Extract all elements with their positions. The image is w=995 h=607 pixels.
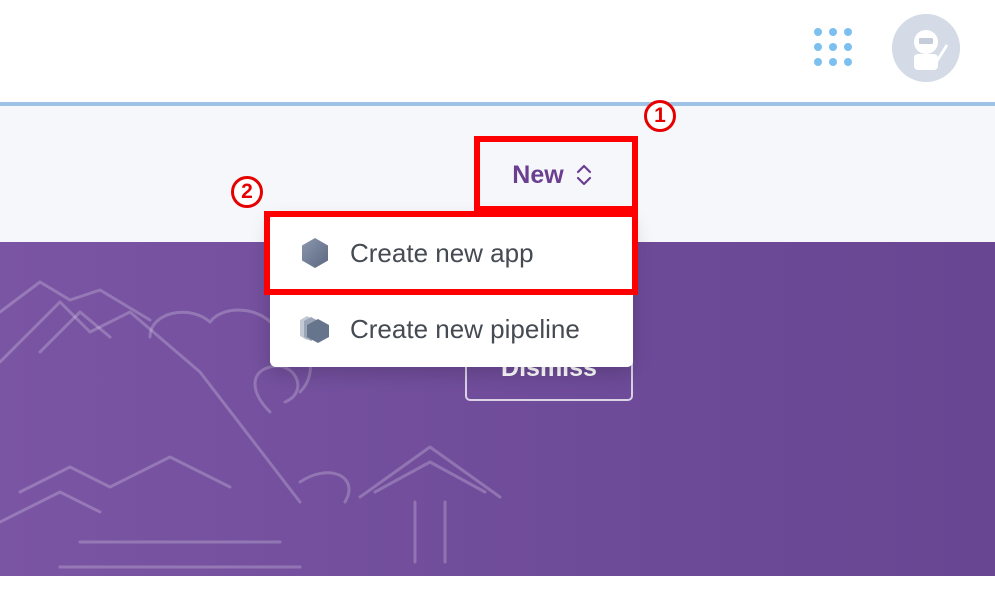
new-button[interactable]: New — [483, 143, 623, 207]
stacked-hexagons-icon — [298, 312, 332, 346]
user-avatar-icon[interactable] — [892, 14, 960, 82]
callout-number-1: 1 — [644, 100, 676, 132]
menu-item-create-new-app[interactable]: Create new app — [270, 218, 633, 288]
hexagon-icon — [298, 236, 332, 270]
new-dropdown-menu: Create new app Create new pipeline — [270, 216, 633, 367]
menu-divider — [270, 292, 633, 293]
callout-number-2: 2 — [231, 176, 263, 208]
menu-item-label: Create new pipeline — [350, 313, 580, 344]
apps-grid-icon[interactable] — [812, 27, 854, 69]
chevron-up-down-icon — [574, 162, 594, 188]
top-navigation-bar — [0, 0, 995, 102]
menu-item-label: Create new app — [350, 237, 534, 268]
new-button-label: New — [512, 160, 564, 189]
menu-item-create-new-pipeline[interactable]: Create new pipeline — [270, 294, 633, 364]
page-content-area — [0, 576, 995, 607]
